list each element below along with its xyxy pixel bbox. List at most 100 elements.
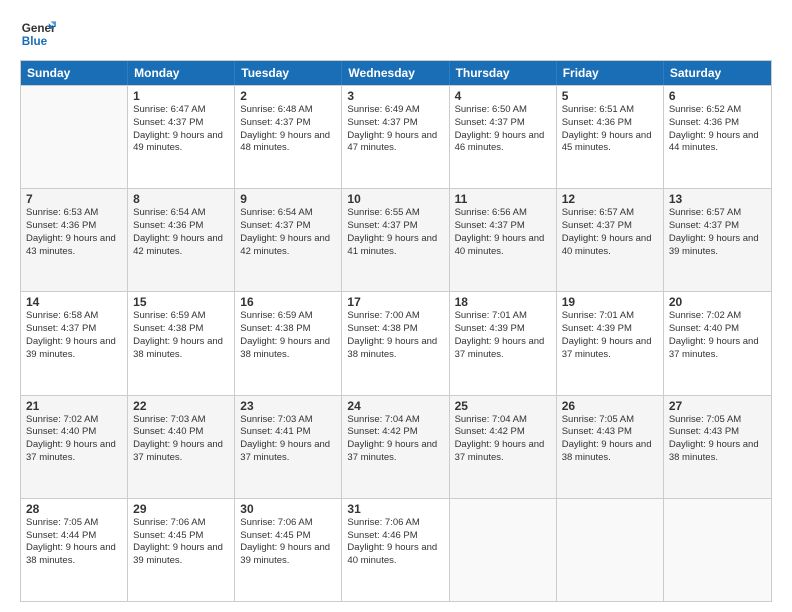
cell-info: Sunrise: 6:52 AM Sunset: 4:36 PM Dayligh… bbox=[669, 104, 766, 155]
header-cell-tuesday: Tuesday bbox=[235, 61, 342, 85]
header: General Blue bbox=[20, 16, 772, 52]
cell-info: Sunrise: 6:55 AM Sunset: 4:37 PM Dayligh… bbox=[347, 207, 443, 258]
calendar: SundayMondayTuesdayWednesdayThursdayFrid… bbox=[20, 60, 772, 602]
day-number: 25 bbox=[455, 399, 551, 413]
cell-info: Sunrise: 6:56 AM Sunset: 4:37 PM Dayligh… bbox=[455, 207, 551, 258]
calendar-cell: 26Sunrise: 7:05 AM Sunset: 4:43 PM Dayli… bbox=[557, 396, 664, 498]
calendar-row-2: 7Sunrise: 6:53 AM Sunset: 4:36 PM Daylig… bbox=[21, 188, 771, 291]
cell-info: Sunrise: 7:05 AM Sunset: 4:44 PM Dayligh… bbox=[26, 517, 122, 568]
day-number: 27 bbox=[669, 399, 766, 413]
logo: General Blue bbox=[20, 16, 56, 52]
day-number: 29 bbox=[133, 502, 229, 516]
day-number: 6 bbox=[669, 89, 766, 103]
calendar-body: 1Sunrise: 6:47 AM Sunset: 4:37 PM Daylig… bbox=[21, 85, 771, 601]
calendar-cell: 18Sunrise: 7:01 AM Sunset: 4:39 PM Dayli… bbox=[450, 292, 557, 394]
day-number: 8 bbox=[133, 192, 229, 206]
cell-info: Sunrise: 6:57 AM Sunset: 4:37 PM Dayligh… bbox=[562, 207, 658, 258]
cell-info: Sunrise: 6:48 AM Sunset: 4:37 PM Dayligh… bbox=[240, 104, 336, 155]
day-number: 23 bbox=[240, 399, 336, 413]
calendar-cell: 28Sunrise: 7:05 AM Sunset: 4:44 PM Dayli… bbox=[21, 499, 128, 601]
cell-info: Sunrise: 7:03 AM Sunset: 4:40 PM Dayligh… bbox=[133, 414, 229, 465]
day-number: 5 bbox=[562, 89, 658, 103]
calendar-cell: 29Sunrise: 7:06 AM Sunset: 4:45 PM Dayli… bbox=[128, 499, 235, 601]
calendar-row-1: 1Sunrise: 6:47 AM Sunset: 4:37 PM Daylig… bbox=[21, 85, 771, 188]
cell-info: Sunrise: 7:03 AM Sunset: 4:41 PM Dayligh… bbox=[240, 414, 336, 465]
day-number: 12 bbox=[562, 192, 658, 206]
day-number: 14 bbox=[26, 295, 122, 309]
day-number: 3 bbox=[347, 89, 443, 103]
cell-info: Sunrise: 7:01 AM Sunset: 4:39 PM Dayligh… bbox=[562, 310, 658, 361]
calendar-row-5: 28Sunrise: 7:05 AM Sunset: 4:44 PM Dayli… bbox=[21, 498, 771, 601]
logo-icon: General Blue bbox=[20, 16, 56, 52]
header-cell-sunday: Sunday bbox=[21, 61, 128, 85]
calendar-cell: 13Sunrise: 6:57 AM Sunset: 4:37 PM Dayli… bbox=[664, 189, 771, 291]
calendar-cell: 15Sunrise: 6:59 AM Sunset: 4:38 PM Dayli… bbox=[128, 292, 235, 394]
day-number: 15 bbox=[133, 295, 229, 309]
header-cell-monday: Monday bbox=[128, 61, 235, 85]
calendar-cell: 12Sunrise: 6:57 AM Sunset: 4:37 PM Dayli… bbox=[557, 189, 664, 291]
calendar-cell: 30Sunrise: 7:06 AM Sunset: 4:45 PM Dayli… bbox=[235, 499, 342, 601]
cell-info: Sunrise: 7:06 AM Sunset: 4:45 PM Dayligh… bbox=[133, 517, 229, 568]
cell-info: Sunrise: 7:02 AM Sunset: 4:40 PM Dayligh… bbox=[669, 310, 766, 361]
calendar-cell: 21Sunrise: 7:02 AM Sunset: 4:40 PM Dayli… bbox=[21, 396, 128, 498]
header-cell-wednesday: Wednesday bbox=[342, 61, 449, 85]
cell-info: Sunrise: 6:59 AM Sunset: 4:38 PM Dayligh… bbox=[240, 310, 336, 361]
calendar-cell: 2Sunrise: 6:48 AM Sunset: 4:37 PM Daylig… bbox=[235, 86, 342, 188]
day-number: 4 bbox=[455, 89, 551, 103]
calendar-cell bbox=[21, 86, 128, 188]
day-number: 1 bbox=[133, 89, 229, 103]
calendar-cell: 9Sunrise: 6:54 AM Sunset: 4:37 PM Daylig… bbox=[235, 189, 342, 291]
cell-info: Sunrise: 7:06 AM Sunset: 4:45 PM Dayligh… bbox=[240, 517, 336, 568]
cell-info: Sunrise: 6:49 AM Sunset: 4:37 PM Dayligh… bbox=[347, 104, 443, 155]
day-number: 30 bbox=[240, 502, 336, 516]
svg-text:General: General bbox=[22, 22, 56, 35]
cell-info: Sunrise: 6:50 AM Sunset: 4:37 PM Dayligh… bbox=[455, 104, 551, 155]
cell-info: Sunrise: 6:57 AM Sunset: 4:37 PM Dayligh… bbox=[669, 207, 766, 258]
cell-info: Sunrise: 6:47 AM Sunset: 4:37 PM Dayligh… bbox=[133, 104, 229, 155]
calendar-header-row: SundayMondayTuesdayWednesdayThursdayFrid… bbox=[21, 61, 771, 85]
calendar-cell: 17Sunrise: 7:00 AM Sunset: 4:38 PM Dayli… bbox=[342, 292, 449, 394]
cell-info: Sunrise: 6:54 AM Sunset: 4:36 PM Dayligh… bbox=[133, 207, 229, 258]
page: General Blue SundayMondayTuesdayWednesda… bbox=[0, 0, 792, 612]
cell-info: Sunrise: 7:01 AM Sunset: 4:39 PM Dayligh… bbox=[455, 310, 551, 361]
calendar-cell bbox=[557, 499, 664, 601]
day-number: 18 bbox=[455, 295, 551, 309]
cell-info: Sunrise: 6:53 AM Sunset: 4:36 PM Dayligh… bbox=[26, 207, 122, 258]
calendar-cell: 16Sunrise: 6:59 AM Sunset: 4:38 PM Dayli… bbox=[235, 292, 342, 394]
svg-text:Blue: Blue bbox=[22, 35, 48, 48]
calendar-cell: 8Sunrise: 6:54 AM Sunset: 4:36 PM Daylig… bbox=[128, 189, 235, 291]
cell-info: Sunrise: 7:04 AM Sunset: 4:42 PM Dayligh… bbox=[455, 414, 551, 465]
day-number: 10 bbox=[347, 192, 443, 206]
calendar-cell: 31Sunrise: 7:06 AM Sunset: 4:46 PM Dayli… bbox=[342, 499, 449, 601]
day-number: 9 bbox=[240, 192, 336, 206]
calendar-cell: 22Sunrise: 7:03 AM Sunset: 4:40 PM Dayli… bbox=[128, 396, 235, 498]
day-number: 21 bbox=[26, 399, 122, 413]
calendar-cell: 7Sunrise: 6:53 AM Sunset: 4:36 PM Daylig… bbox=[21, 189, 128, 291]
cell-info: Sunrise: 7:04 AM Sunset: 4:42 PM Dayligh… bbox=[347, 414, 443, 465]
calendar-cell: 5Sunrise: 6:51 AM Sunset: 4:36 PM Daylig… bbox=[557, 86, 664, 188]
day-number: 13 bbox=[669, 192, 766, 206]
day-number: 26 bbox=[562, 399, 658, 413]
calendar-cell: 11Sunrise: 6:56 AM Sunset: 4:37 PM Dayli… bbox=[450, 189, 557, 291]
calendar-cell: 6Sunrise: 6:52 AM Sunset: 4:36 PM Daylig… bbox=[664, 86, 771, 188]
calendar-cell: 10Sunrise: 6:55 AM Sunset: 4:37 PM Dayli… bbox=[342, 189, 449, 291]
day-number: 16 bbox=[240, 295, 336, 309]
calendar-cell: 3Sunrise: 6:49 AM Sunset: 4:37 PM Daylig… bbox=[342, 86, 449, 188]
day-number: 7 bbox=[26, 192, 122, 206]
day-number: 31 bbox=[347, 502, 443, 516]
calendar-cell: 1Sunrise: 6:47 AM Sunset: 4:37 PM Daylig… bbox=[128, 86, 235, 188]
header-cell-friday: Friday bbox=[557, 61, 664, 85]
calendar-cell: 27Sunrise: 7:05 AM Sunset: 4:43 PM Dayli… bbox=[664, 396, 771, 498]
day-number: 22 bbox=[133, 399, 229, 413]
calendar-row-4: 21Sunrise: 7:02 AM Sunset: 4:40 PM Dayli… bbox=[21, 395, 771, 498]
cell-info: Sunrise: 7:05 AM Sunset: 4:43 PM Dayligh… bbox=[562, 414, 658, 465]
day-number: 20 bbox=[669, 295, 766, 309]
calendar-cell: 23Sunrise: 7:03 AM Sunset: 4:41 PM Dayli… bbox=[235, 396, 342, 498]
day-number: 2 bbox=[240, 89, 336, 103]
calendar-cell: 14Sunrise: 6:58 AM Sunset: 4:37 PM Dayli… bbox=[21, 292, 128, 394]
calendar-cell: 25Sunrise: 7:04 AM Sunset: 4:42 PM Dayli… bbox=[450, 396, 557, 498]
header-cell-saturday: Saturday bbox=[664, 61, 771, 85]
cell-info: Sunrise: 6:51 AM Sunset: 4:36 PM Dayligh… bbox=[562, 104, 658, 155]
cell-info: Sunrise: 7:05 AM Sunset: 4:43 PM Dayligh… bbox=[669, 414, 766, 465]
header-cell-thursday: Thursday bbox=[450, 61, 557, 85]
